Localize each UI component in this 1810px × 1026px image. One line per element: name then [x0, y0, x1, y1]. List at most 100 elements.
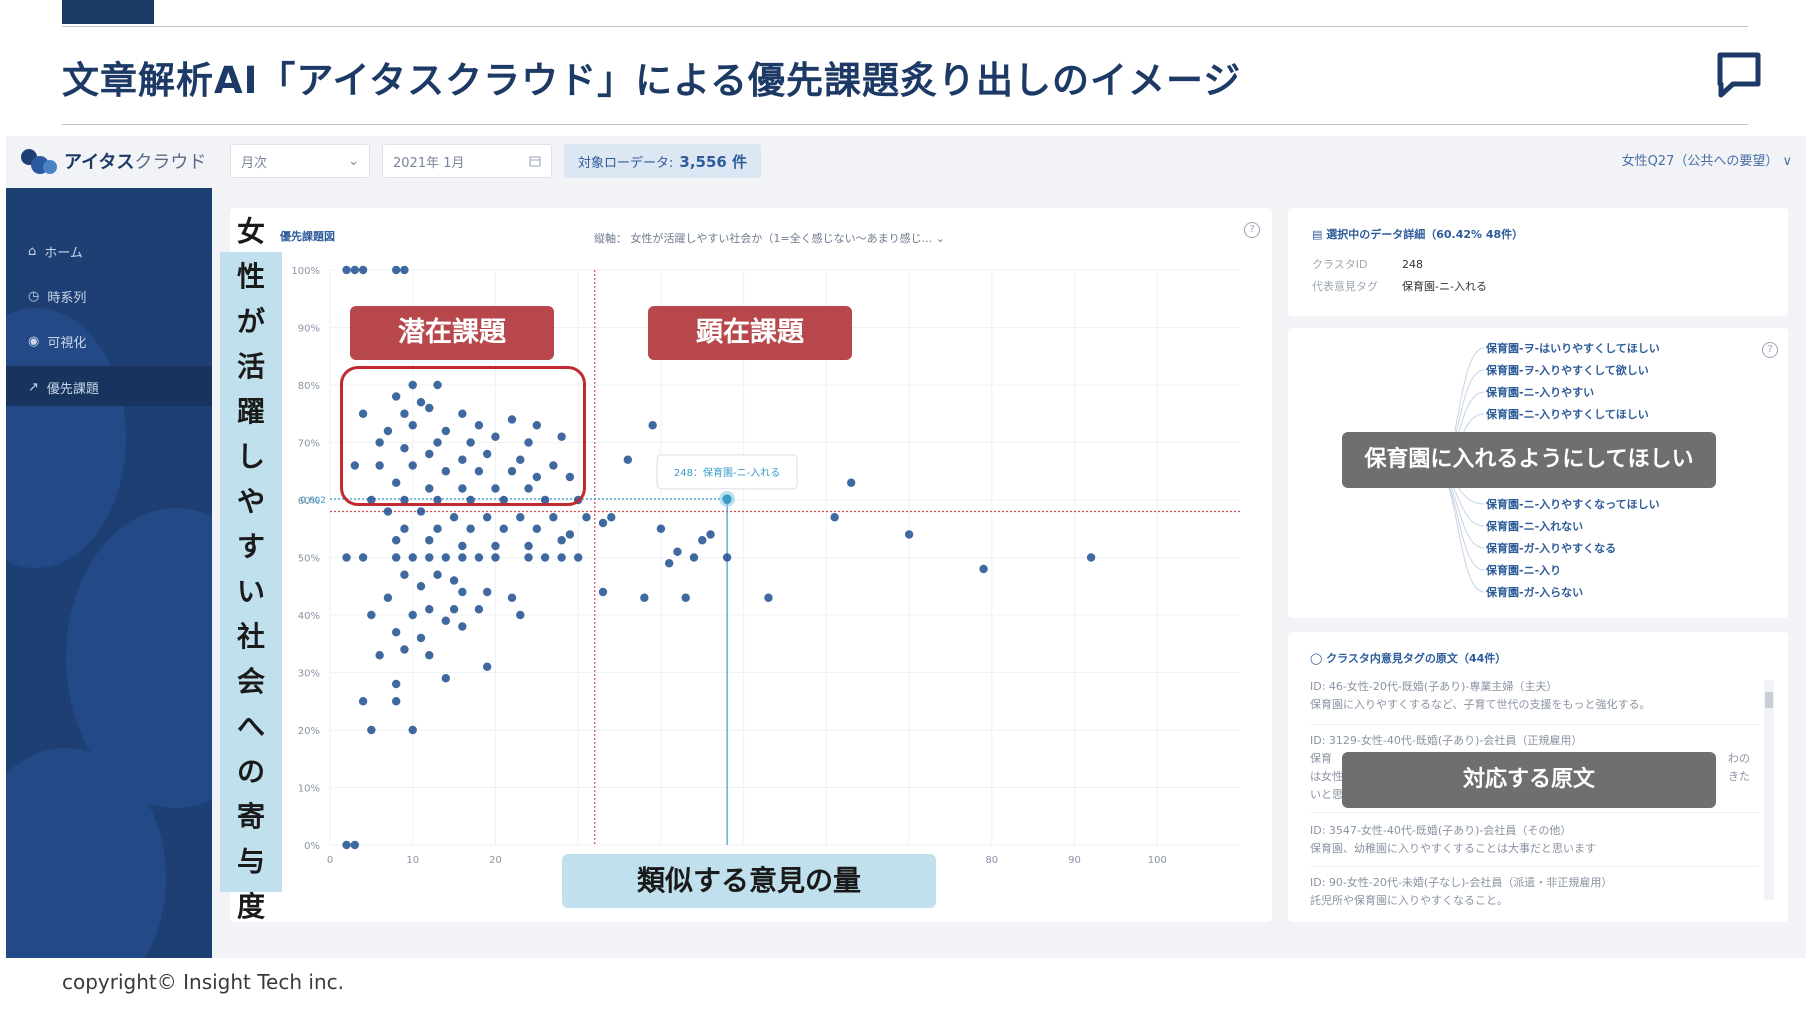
y-axis-label-char: が — [236, 305, 265, 338]
data-point — [648, 421, 657, 430]
data-point — [524, 553, 533, 562]
data-point — [383, 507, 393, 516]
data-point — [400, 524, 409, 533]
data-point — [383, 593, 393, 602]
data-point — [532, 524, 542, 533]
data-point — [516, 610, 525, 620]
data-point — [458, 622, 467, 631]
data-point — [416, 633, 426, 643]
data-point — [656, 524, 666, 533]
x-tick-label: 0 — [327, 855, 333, 866]
data-point — [342, 553, 351, 562]
manifest-issue-callout: 顕在課題 — [648, 306, 852, 360]
data-point — [400, 570, 409, 579]
data-point — [689, 553, 699, 562]
original-text-callout: 対応する原文 — [1342, 752, 1716, 808]
data-point — [391, 265, 401, 275]
data-point — [408, 610, 417, 620]
y-axis-label-char: 寄 — [236, 800, 265, 833]
data-point — [367, 725, 376, 735]
y-axis-label-char: 社 — [236, 620, 265, 653]
latent-issue-frame — [340, 366, 586, 506]
data-point — [375, 651, 384, 660]
data-point — [524, 541, 533, 551]
y-axis-label-char: 会 — [236, 665, 265, 698]
data-point — [722, 553, 732, 562]
data-point — [846, 478, 856, 487]
y-axis-label-char: す — [236, 530, 265, 563]
data-point — [673, 547, 682, 556]
y-axis-label-char: 活 — [236, 350, 265, 383]
data-point — [391, 628, 401, 637]
y-axis-label-char: や — [236, 485, 265, 518]
data-point — [474, 553, 484, 562]
y-tick-label: 50% — [298, 554, 320, 565]
y-tick-label: 100% — [291, 266, 320, 277]
data-point — [408, 553, 417, 562]
data-point — [425, 651, 434, 660]
data-point — [458, 541, 467, 551]
data-point — [458, 587, 467, 597]
data-point — [549, 513, 558, 522]
data-point — [664, 559, 674, 568]
data-point — [408, 725, 417, 735]
y-axis-label-char: 与 — [236, 845, 265, 878]
x-tick-label: 20 — [489, 855, 502, 866]
y-tick-label: 90% — [298, 324, 320, 335]
data-point — [441, 674, 451, 683]
data-point — [449, 576, 459, 585]
data-point — [598, 587, 608, 597]
data-point — [391, 697, 401, 706]
data-point — [557, 553, 566, 562]
data-point — [441, 616, 451, 625]
data-point — [391, 553, 401, 562]
x-axis-callout: 類似する意見の量 — [562, 854, 936, 908]
data-point — [358, 553, 368, 562]
x-tick-label: 10 — [406, 855, 419, 866]
data-point — [573, 553, 583, 562]
data-point — [1086, 553, 1096, 562]
selected-point — [722, 494, 732, 504]
y-axis-label: 性が活躍しやすい社会への寄与度 — [226, 254, 276, 929]
data-point — [681, 593, 690, 602]
data-point — [466, 524, 475, 533]
data-point — [433, 524, 442, 533]
data-point — [540, 553, 550, 562]
data-point — [458, 553, 467, 562]
data-point — [979, 564, 988, 574]
y-tick-label: 80% — [298, 381, 320, 392]
y-axis-label-char: し — [236, 440, 265, 473]
y-axis-label-char: 度 — [236, 890, 265, 923]
data-point — [491, 541, 500, 551]
selection-marker-label: 0.602 — [300, 496, 326, 506]
data-point — [706, 530, 715, 539]
y-axis-label-char: 性 — [236, 260, 265, 293]
data-point — [482, 662, 492, 671]
slide: 文章解析AI「アイタスクラウド」による優先課題炙り出しのイメージ アイタスクラウ… — [0, 0, 1810, 1026]
data-point — [400, 265, 409, 275]
data-point — [582, 513, 591, 522]
data-point — [565, 530, 575, 539]
data-point — [482, 587, 492, 597]
x-tick-label: 90 — [1068, 855, 1081, 866]
data-point — [499, 524, 508, 533]
x-tick-label: 100 — [1148, 855, 1167, 866]
y-tick-label: 30% — [298, 669, 320, 680]
data-point — [425, 553, 434, 562]
y-axis-label-char: へ — [236, 710, 265, 743]
data-point — [391, 536, 401, 545]
data-point — [904, 530, 914, 539]
data-point — [416, 582, 426, 591]
data-point — [764, 593, 773, 602]
point-tooltip-text: 248：保育園-ニ-入れる — [674, 466, 780, 479]
nursery-callout: 保育園に入れるようにしてほしい — [1342, 432, 1716, 488]
data-point — [342, 840, 351, 850]
data-point — [482, 513, 492, 522]
data-point — [358, 697, 368, 706]
data-point — [449, 513, 459, 522]
y-tick-label: 20% — [298, 726, 320, 737]
data-point — [598, 518, 608, 528]
x-tick-label: 80 — [985, 855, 998, 866]
data-point — [400, 645, 409, 654]
y-axis-label-char: の — [236, 755, 265, 788]
